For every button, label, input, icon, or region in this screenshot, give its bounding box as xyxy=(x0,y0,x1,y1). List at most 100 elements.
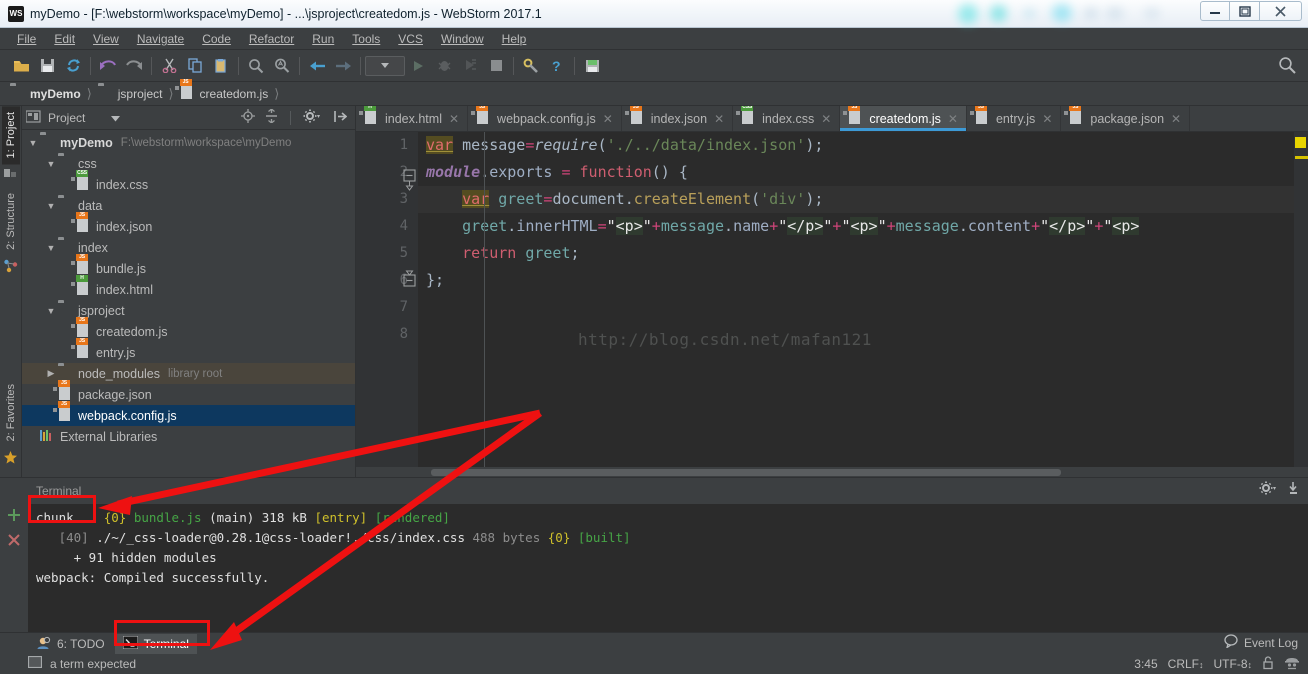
minimize-button[interactable] xyxy=(1200,1,1230,21)
code-text[interactable]: var message=require('./../data/index.jso… xyxy=(418,132,1294,467)
stop-icon[interactable] xyxy=(483,54,509,78)
find-icon[interactable] xyxy=(243,54,269,78)
event-log-button[interactable]: Event Log xyxy=(1224,634,1298,651)
hide-icon[interactable] xyxy=(1286,481,1300,498)
help-icon[interactable]: ? xyxy=(544,54,570,78)
tree-node-index-html[interactable]: Hindex.html xyxy=(22,274,355,300)
hide-icon[interactable] xyxy=(334,110,348,126)
fold-column[interactable] xyxy=(402,132,418,467)
line-separator-widget[interactable]: CRLF↕ xyxy=(1168,657,1204,671)
menu-file[interactable]: File xyxy=(8,30,45,48)
bottom-tool-tabs[interactable]: 6: TODO Terminal Event Log xyxy=(0,632,1308,654)
menu-run[interactable]: Run xyxy=(303,30,343,48)
chevron-down-icon[interactable]: ▼ xyxy=(44,159,58,169)
terminal-console-output[interactable]: chunk {0} bundle.js (main) 318 kB [entry… xyxy=(28,504,1308,632)
close-icon[interactable]: ✕ xyxy=(1171,112,1181,126)
tree-node-webpack-config-js[interactable]: JS webpack.config.js xyxy=(22,400,355,426)
editor-tab-entry-js[interactable]: JS entry.js ✕ xyxy=(967,106,1062,131)
cut-icon[interactable] xyxy=(156,54,182,78)
caret-position[interactable]: 3:45 xyxy=(1134,657,1157,671)
chevron-down-icon[interactable]: ▼ xyxy=(44,243,58,253)
close-icon[interactable]: ✕ xyxy=(714,112,724,126)
back-icon[interactable] xyxy=(304,54,330,78)
breadcrumb-item-jsproject[interactable]: jsproject xyxy=(96,86,165,102)
close-icon[interactable]: ✕ xyxy=(821,112,831,126)
close-icon[interactable]: ✕ xyxy=(603,112,613,126)
rail-bottom-group[interactable]: 2: Favorites xyxy=(2,378,20,477)
hector-icon[interactable] xyxy=(1284,656,1300,673)
status-bar-right[interactable]: 3:45 CRLF↕ UTF-8↕ xyxy=(1134,655,1300,673)
search-everywhere-icon[interactable] xyxy=(1278,56,1296,77)
terminal-header-actions[interactable] xyxy=(1259,481,1300,498)
menu-view[interactable]: View xyxy=(84,30,128,48)
settings-icon[interactable] xyxy=(518,54,544,78)
paste-icon[interactable] xyxy=(208,54,234,78)
lock-icon[interactable] xyxy=(1262,655,1274,673)
locate-icon[interactable] xyxy=(241,109,255,126)
menu-vcs[interactable]: VCS xyxy=(389,30,432,48)
code-line-1[interactable]: var message=require('./../data/index.jso… xyxy=(418,132,1294,159)
terminal-side-actions[interactable] xyxy=(0,504,28,632)
menu-navigate[interactable]: Navigate xyxy=(128,30,193,48)
open-folder-icon[interactable] xyxy=(8,54,34,78)
breadcrumb-item-mydemo[interactable]: myDemo xyxy=(8,86,83,102)
chevron-down-icon[interactable]: ▼ xyxy=(44,201,58,211)
warning-marker-icon[interactable] xyxy=(1295,137,1306,148)
code-editor[interactable]: 12345678 var message=require('./../data/… xyxy=(356,132,1308,467)
close-button[interactable] xyxy=(1260,1,1302,21)
run-config-dropdown[interactable] xyxy=(365,55,405,76)
editor-tab-webpack-config-js[interactable]: JS webpack.config.js ✕ xyxy=(468,106,622,131)
collapse-all-icon[interactable] xyxy=(265,108,278,126)
sync-icon[interactable] xyxy=(60,54,86,78)
terminal-tab[interactable]: Terminal xyxy=(28,481,89,501)
chevron-down-icon[interactable] xyxy=(111,111,121,125)
rail-tab-project[interactable]: 1: Project xyxy=(1,106,20,165)
editor-tab-index-html[interactable]: Hindex.html ✕ xyxy=(356,106,469,131)
encoding-widget[interactable]: UTF-8↕ xyxy=(1214,657,1253,671)
chevron-right-icon[interactable]: ▶ xyxy=(44,368,58,379)
close-icon[interactable]: ✕ xyxy=(948,112,958,126)
editor-tab-package-json[interactable]: JS package.json ✕ xyxy=(1061,106,1191,131)
close-icon[interactable]: ✕ xyxy=(449,112,459,126)
menu-help[interactable]: Help xyxy=(493,30,536,48)
undo-icon[interactable] xyxy=(95,54,121,78)
tree-node-bundle-js[interactable]: JS bundle.js xyxy=(22,253,355,279)
chevron-down-icon[interactable]: ▼ xyxy=(26,138,40,148)
scrollbar-thumb[interactable] xyxy=(431,469,1061,476)
code-line-5[interactable]: return greet; xyxy=(418,240,1294,267)
redo-icon[interactable] xyxy=(121,54,147,78)
tree-node-mydemo[interactable]: ▼ myDemo F:\webstorm\workspace\myDemo xyxy=(22,132,355,153)
terminal-header[interactable]: Terminal xyxy=(0,478,1308,504)
copy-icon[interactable] xyxy=(182,54,208,78)
tree-node-data[interactable]: ▼ data xyxy=(22,195,355,216)
menu-bar[interactable]: File Edit View Navigate Code Refactor Ru… xyxy=(0,28,1308,50)
tree-node-external-libraries[interactable]: External Libraries xyxy=(22,426,355,447)
main-toolbar[interactable]: ? xyxy=(0,50,1308,82)
bottom-tab-terminal[interactable]: Terminal xyxy=(114,633,197,654)
tree-node-index-json[interactable]: JS index.json xyxy=(22,211,355,237)
tree-node-entry-js[interactable]: JS entry.js xyxy=(22,337,355,363)
tree-node-createdom-js[interactable]: JS createdom.js xyxy=(22,316,355,342)
tree-node-package-json[interactable]: JS package.json xyxy=(22,379,355,405)
save-all-icon[interactable] xyxy=(34,54,60,78)
add-icon[interactable] xyxy=(7,508,21,525)
breadcrumb-item-createdom[interactable]: JS createdom.js xyxy=(174,78,271,102)
rail-tab-favorites[interactable]: 2: Favorites xyxy=(2,378,20,447)
code-line-7[interactable] xyxy=(418,294,1294,321)
editor-tab-bar[interactable]: Hindex.html ✕ JS webpack.config.js ✕ JS index.… xyxy=(356,106,1308,132)
window-controls[interactable] xyxy=(1200,1,1302,21)
code-line-2[interactable]: module.exports = function() { xyxy=(418,159,1294,186)
project-tree[interactable]: ▼ myDemo F:\webstorm\workspace\myDemo ▼ css C… xyxy=(22,130,355,477)
run-icon[interactable] xyxy=(405,54,431,78)
menu-edit[interactable]: Edit xyxy=(45,30,84,48)
status-bar[interactable]: a term expected 3:45 CRLF↕ UTF-8↕ xyxy=(0,654,1308,674)
tree-node-jsproject[interactable]: ▼ jsproject xyxy=(22,300,355,321)
rail-tab-structure[interactable]: 2: Structure xyxy=(2,187,20,256)
editor-marker-gutter[interactable] xyxy=(1294,132,1308,467)
forward-icon[interactable] xyxy=(330,54,356,78)
editor-horizontal-scrollbar[interactable] xyxy=(356,467,1308,477)
code-line-3[interactable]: var greet=document.createElement('div'); xyxy=(418,186,1294,213)
editor-tab-createdom-js[interactable]: JS createdom.js ✕ xyxy=(840,106,967,131)
tree-node-index-css[interactable]: CSS index.css xyxy=(22,169,355,195)
menu-code[interactable]: Code xyxy=(193,30,240,48)
